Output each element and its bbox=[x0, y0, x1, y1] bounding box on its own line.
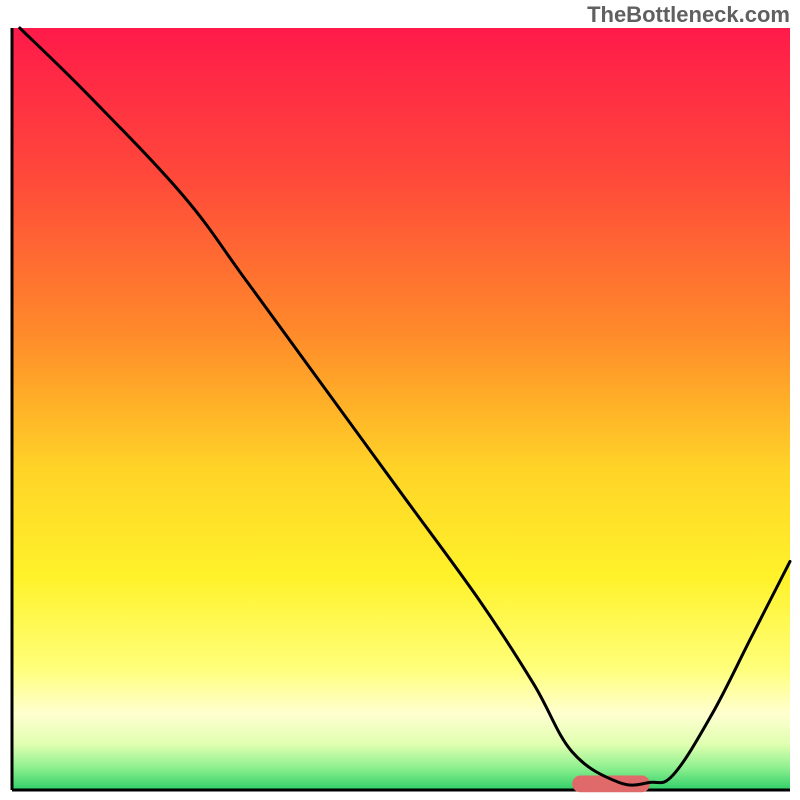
watermark-text: TheBottleneck.com bbox=[587, 2, 790, 28]
chart-container: TheBottleneck.com bbox=[0, 0, 800, 800]
bottleneck-chart bbox=[0, 0, 800, 800]
gradient-background bbox=[12, 28, 790, 790]
plot-area bbox=[12, 28, 790, 792]
